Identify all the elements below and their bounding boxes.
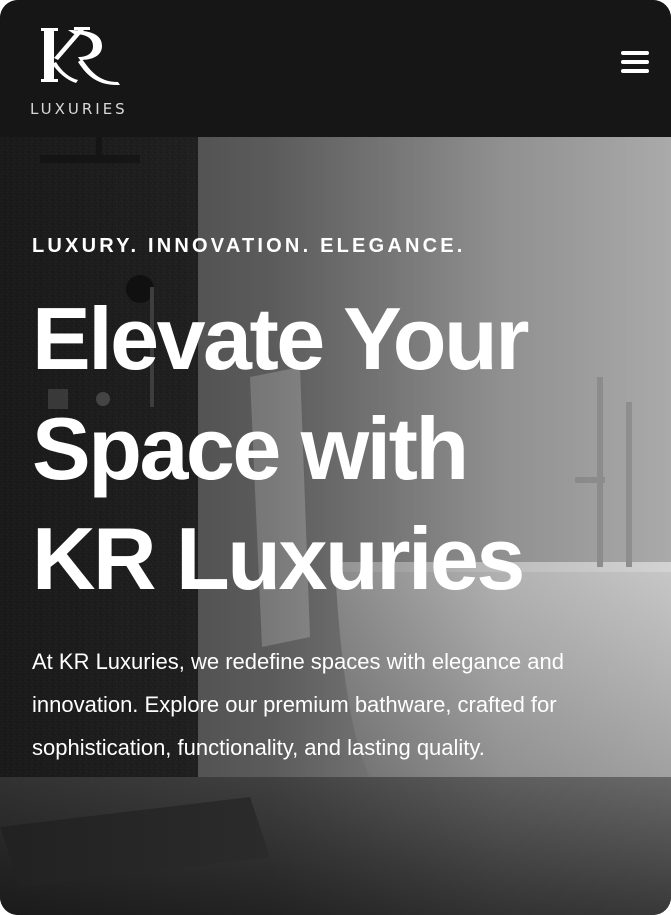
hamburger-menu-icon-line-2	[621, 60, 649, 64]
logo-wordmark: LUXURIES	[30, 100, 128, 118]
site-header: LUXURIES	[0, 0, 671, 137]
page-frame: LUXURIES LUXURY. INNOVATION. ELEGANCE. E…	[0, 0, 671, 915]
hamburger-menu-icon-line-3	[621, 69, 649, 73]
brand-logo[interactable]: LUXURIES	[30, 22, 130, 122]
hero-tagline: LUXURY. INNOVATION. ELEGANCE.	[32, 235, 466, 257]
kr-monogram-icon	[41, 27, 120, 86]
hero-content: LUXURY. INNOVATION. ELEGANCE. Elevate Yo…	[32, 235, 642, 769]
hero-section: LUXURY. INNOVATION. ELEGANCE. Elevate Yo…	[0, 137, 671, 915]
hero-description: At KR Luxuries, we redefine spaces with …	[32, 649, 564, 760]
hamburger-menu-icon-line-1	[621, 51, 649, 55]
menu-button[interactable]	[621, 46, 649, 78]
hero-headline: Elevate Your Space with KR Luxuries	[32, 289, 530, 608]
